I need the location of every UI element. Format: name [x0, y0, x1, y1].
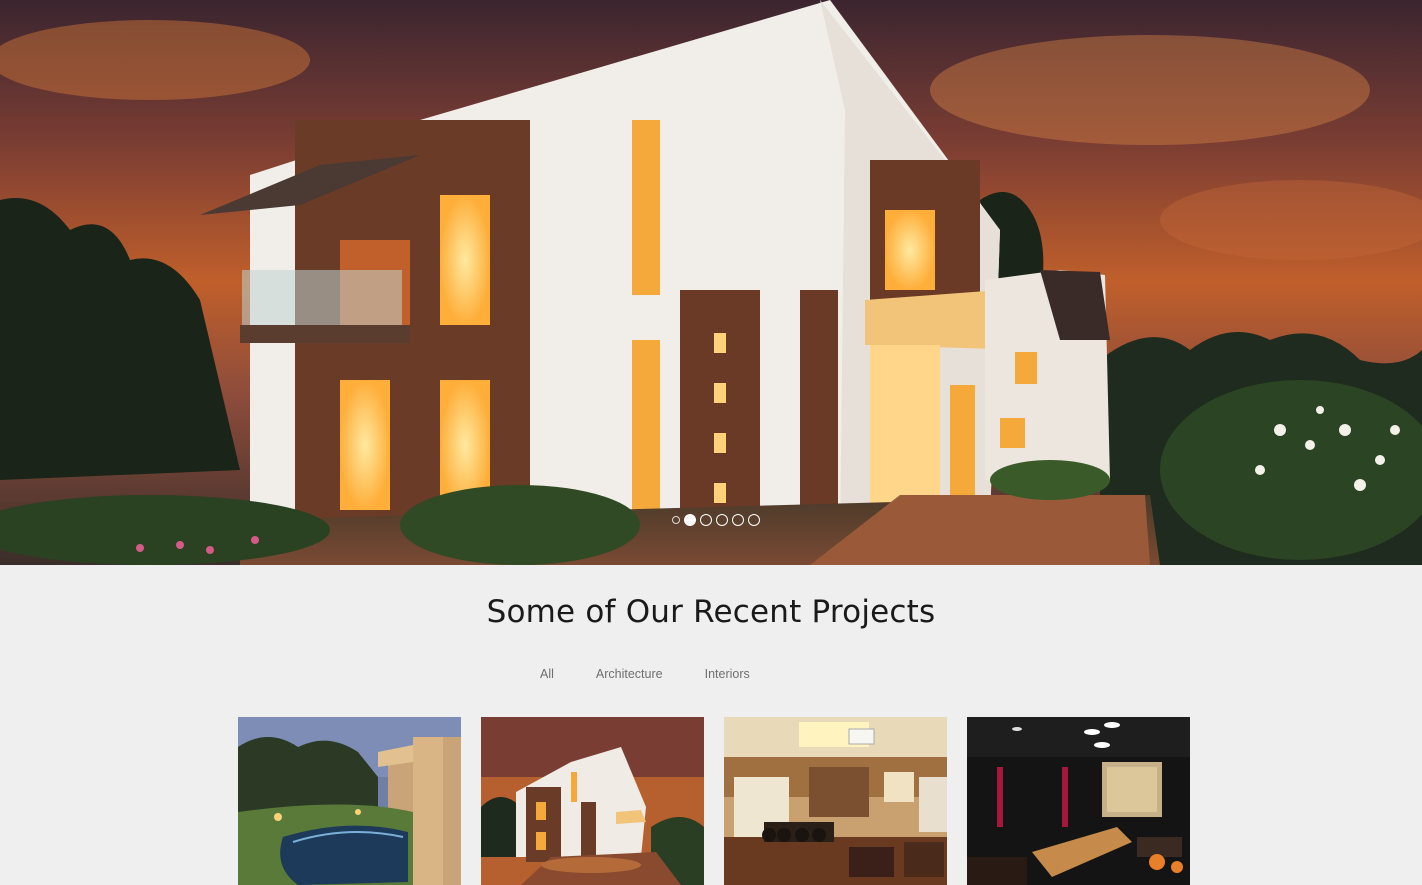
filter-all[interactable]: All [530, 667, 575, 681]
project-tile-white-house[interactable] [481, 717, 704, 885]
slider-dot-5[interactable] [748, 514, 760, 526]
slider-dot-4[interactable] [732, 514, 744, 526]
project-tile-bar-lounge[interactable] [967, 717, 1190, 885]
project-image [481, 717, 704, 885]
slider-dots [672, 514, 760, 526]
filter-interiors[interactable]: Interiors [684, 667, 771, 681]
section-title: Some of Our Recent Projects [486, 594, 936, 630]
project-grid [238, 717, 1190, 885]
slider-dot-3[interactable] [716, 514, 728, 526]
hero-slider[interactable] [0, 0, 1422, 565]
slider-dot-2[interactable] [700, 514, 712, 526]
filter-architecture[interactable]: Architecture [575, 667, 684, 681]
project-image [724, 717, 947, 885]
project-image [238, 717, 461, 885]
project-tile-office[interactable] [724, 717, 947, 885]
project-filters: All Architecture Interiors [530, 667, 771, 681]
slider-dot-1[interactable] [684, 514, 696, 526]
project-image [967, 717, 1190, 885]
project-tile-pool-villa[interactable] [238, 717, 461, 885]
slider-dot-0[interactable] [672, 516, 680, 524]
hero-image [0, 0, 1422, 565]
